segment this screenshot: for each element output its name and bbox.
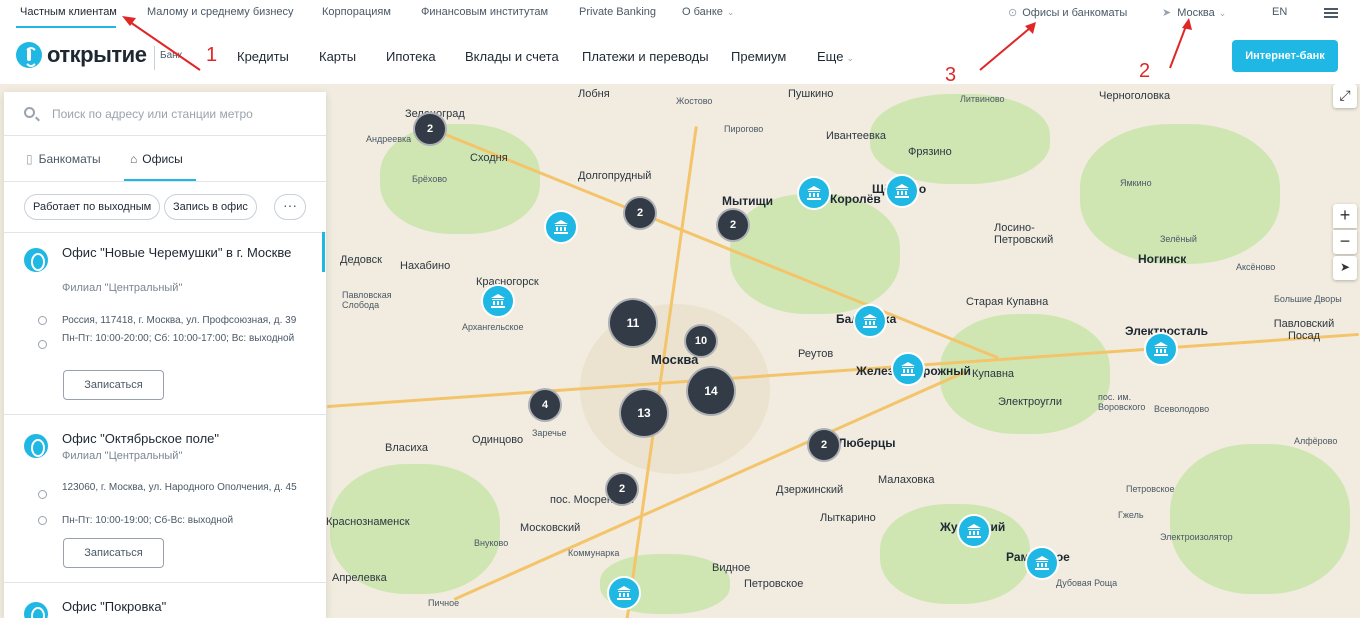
annotation-label: 1: [206, 44, 218, 66]
annotation-arrows: [122, 16, 1192, 71]
annotation-label: 3: [945, 64, 957, 86]
annotation-label: 2: [1139, 60, 1151, 82]
